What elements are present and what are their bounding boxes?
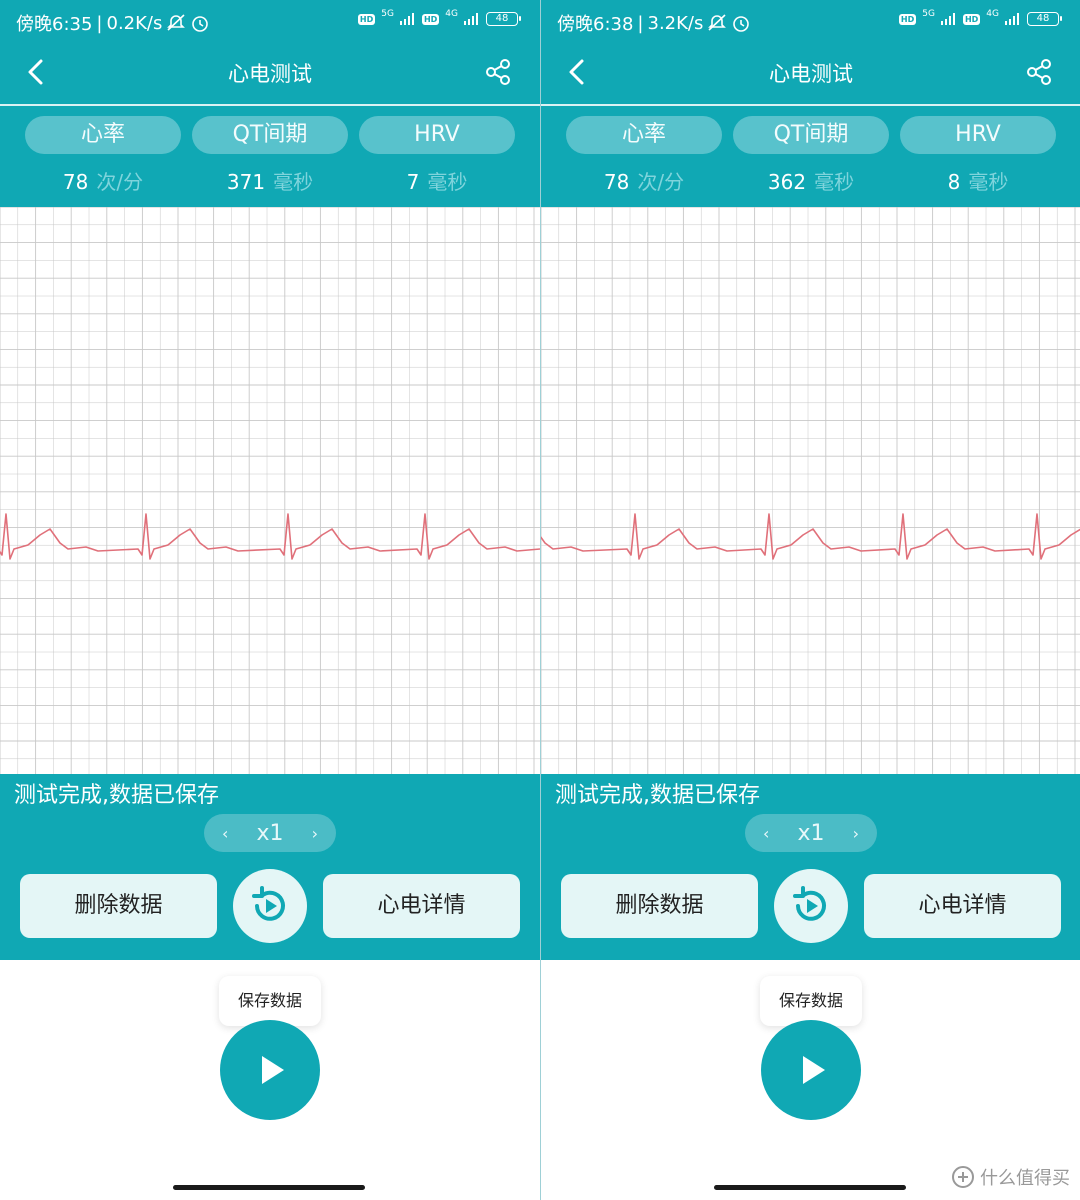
tab-heart-rate[interactable]: 心率 bbox=[566, 116, 722, 154]
hd-icon: HD bbox=[421, 13, 440, 25]
mute-icon bbox=[166, 14, 186, 32]
ecg-chart bbox=[0, 207, 540, 774]
alarm-icon bbox=[190, 14, 210, 32]
control-panel: 测试完成,数据已保存 ‹ x1 › 删除数据 心电详情 bbox=[0, 774, 540, 960]
logo-icon bbox=[952, 1166, 974, 1188]
share-icon[interactable] bbox=[1025, 58, 1053, 86]
test-status-message: 测试完成,数据已保存 bbox=[14, 783, 219, 808]
home-indicator[interactable] bbox=[173, 1185, 365, 1190]
hd-icon: HD bbox=[898, 13, 917, 25]
metric-hrv: 8 毫秒 bbox=[947, 170, 1009, 194]
ecg-trace bbox=[541, 513, 1080, 560]
save-data-tooltip: 保存数据 bbox=[219, 976, 321, 1026]
signal-icon bbox=[464, 13, 478, 25]
tab-heart-rate[interactable]: 心率 bbox=[25, 116, 181, 154]
speed-prev-button[interactable]: ‹ bbox=[222, 824, 228, 843]
share-icon[interactable] bbox=[484, 58, 512, 86]
playback-speed-control: ‹ x1 › bbox=[745, 814, 877, 852]
home-indicator[interactable] bbox=[714, 1185, 906, 1190]
page-title: 心电测试 bbox=[228, 62, 312, 86]
speed-next-button[interactable]: › bbox=[312, 824, 318, 843]
signal-icon bbox=[1005, 13, 1019, 25]
replay-button[interactable] bbox=[233, 869, 307, 943]
save-data-tooltip: 保存数据 bbox=[760, 976, 862, 1026]
divider bbox=[0, 104, 540, 106]
net-5g: 5G bbox=[381, 8, 394, 19]
playback-speed-control: ‹ x1 › bbox=[204, 814, 336, 852]
metric-hrv: 7 毫秒 bbox=[406, 170, 468, 194]
tab-qt-interval[interactable]: QT间期 bbox=[192, 116, 348, 154]
watermark: 什么值得买 bbox=[952, 1164, 1070, 1190]
mute-icon bbox=[707, 14, 727, 32]
play-icon bbox=[803, 1056, 825, 1084]
net-4g: 4G bbox=[986, 8, 999, 19]
tab-hrv[interactable]: HRV bbox=[900, 116, 1056, 154]
ecg-grid bbox=[541, 207, 1080, 774]
play-button[interactable] bbox=[761, 1020, 861, 1120]
speed-next-button[interactable]: › bbox=[853, 824, 859, 843]
page-title: 心电测试 bbox=[769, 62, 853, 86]
header-area: 傍晚6:35 | 0.2K/s HD 5G HD 4G 48 心电测试 心率 Q… bbox=[0, 0, 540, 207]
screen-left: 傍晚6:35 | 0.2K/s HD 5G HD 4G 48 心电测试 心率 Q… bbox=[0, 0, 540, 1200]
replay-icon bbox=[252, 886, 285, 921]
delete-data-button[interactable]: 删除数据 bbox=[561, 874, 758, 938]
play-button[interactable] bbox=[220, 1020, 320, 1120]
net-4g: 4G bbox=[445, 8, 458, 19]
header-area: 傍晚6:38 | 3.2K/s HD 5G HD 4G 48 心电测试 心率 Q… bbox=[541, 0, 1080, 207]
replay-button[interactable] bbox=[774, 869, 848, 943]
hd-icon: HD bbox=[962, 13, 981, 25]
signal-icon bbox=[940, 13, 955, 25]
net-5g: 5G bbox=[922, 8, 935, 19]
speed-value: x1 bbox=[797, 820, 825, 846]
network-speed: 3.2K/s bbox=[647, 12, 704, 34]
status-bar: 傍晚6:38 | 3.2K/s HD 5G HD 4G 48 bbox=[541, 0, 1080, 44]
ecg-grid bbox=[0, 207, 540, 774]
alarm-icon bbox=[731, 14, 751, 32]
screen-right: 傍晚6:38 | 3.2K/s HD 5G HD 4G 48 心电测试 心率 Q… bbox=[540, 0, 1080, 1200]
signal-icon bbox=[399, 13, 414, 25]
ecg-trace bbox=[0, 513, 540, 560]
metric-heart-rate: 78 次/分 bbox=[62, 170, 144, 194]
metric-tabs: 心率 QT间期 HRV bbox=[566, 116, 1056, 154]
test-status-message: 测试完成,数据已保存 bbox=[555, 783, 760, 808]
tab-hrv[interactable]: HRV bbox=[359, 116, 515, 154]
control-panel: 测试完成,数据已保存 ‹ x1 › 删除数据 心电详情 bbox=[541, 774, 1080, 960]
speed-value: x1 bbox=[256, 820, 284, 846]
metric-values: 78 次/分 362 毫秒 8 毫秒 bbox=[566, 166, 1056, 195]
status-time: 傍晚6:35 bbox=[16, 14, 93, 35]
metric-tabs: 心率 QT间期 HRV bbox=[25, 116, 515, 154]
nav-bar: 心电测试 bbox=[0, 44, 540, 102]
screens: 傍晚6:35 | 0.2K/s HD 5G HD 4G 48 心电测试 心率 Q… bbox=[0, 0, 1080, 1200]
play-icon bbox=[262, 1056, 284, 1084]
delete-data-button[interactable]: 删除数据 bbox=[20, 874, 217, 938]
watermark-text: 什么值得买 bbox=[980, 1168, 1070, 1189]
divider bbox=[541, 104, 1080, 106]
battery-icon: 48 bbox=[1027, 12, 1062, 26]
metric-values: 78 次/分 371 毫秒 7 毫秒 bbox=[25, 166, 515, 195]
replay-icon bbox=[793, 886, 826, 921]
metric-heart-rate: 78 次/分 bbox=[603, 170, 685, 194]
status-bar: 傍晚6:35 | 0.2K/s HD 5G HD 4G 48 bbox=[0, 0, 540, 44]
metric-qt-interval: 371 毫秒 bbox=[226, 170, 314, 194]
ecg-detail-button[interactable]: 心电详情 bbox=[864, 874, 1061, 938]
tab-qt-interval[interactable]: QT间期 bbox=[733, 116, 889, 154]
metric-qt-interval: 362 毫秒 bbox=[767, 170, 855, 194]
status-time: 傍晚6:38 bbox=[557, 14, 634, 35]
speed-prev-button[interactable]: ‹ bbox=[763, 824, 769, 843]
ecg-detail-button[interactable]: 心电详情 bbox=[323, 874, 520, 938]
hd-icon: HD bbox=[357, 13, 376, 25]
battery-icon: 48 bbox=[486, 12, 521, 26]
ecg-chart bbox=[541, 207, 1080, 774]
nav-bar: 心电测试 bbox=[541, 44, 1080, 102]
network-speed: 0.2K/s bbox=[106, 12, 163, 34]
